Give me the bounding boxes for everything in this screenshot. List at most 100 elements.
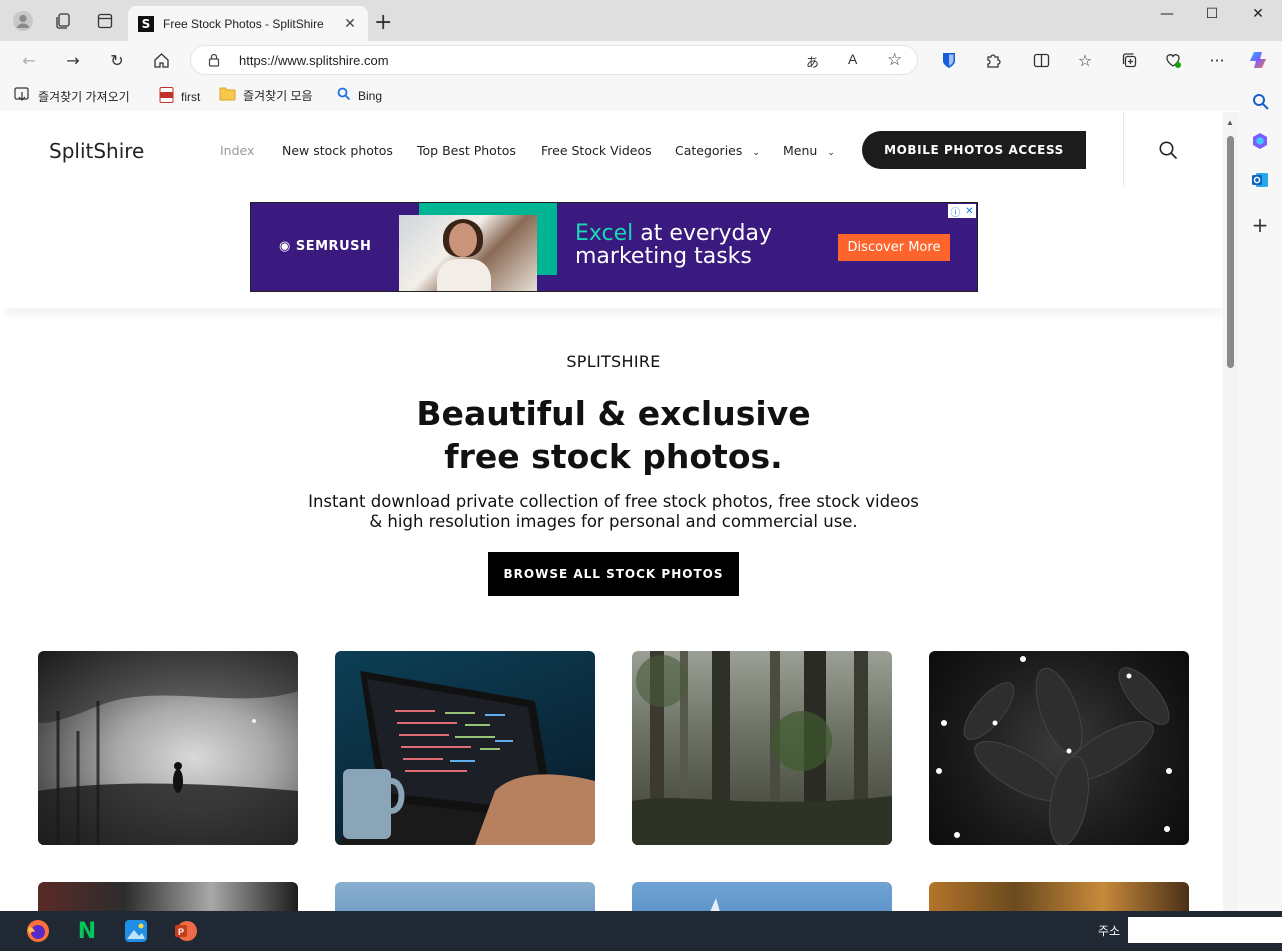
splitshire-favicon-icon: S (138, 15, 154, 32)
ad-info-icon[interactable]: ⓘ (950, 204, 960, 219)
add-sidebar-icon[interactable]: + (1249, 213, 1271, 237)
hero-title-line2: free stock photos. (444, 437, 783, 476)
bitwarden-icon[interactable] (938, 49, 960, 71)
minimize-icon[interactable]: — (1152, 6, 1182, 28)
ad-headline-line2: marketing tasks (575, 244, 752, 269)
ad-photo-person-body (437, 259, 491, 291)
navigation-bar: ← → ↻ https://www.splitshire.com あ A ☆ ☆… (0, 41, 1282, 79)
forward-icon[interactable]: → (62, 49, 84, 71)
favorite-item-bing[interactable]: Bing (337, 87, 382, 104)
favorite-label: 즐겨찾기 가져오기 (38, 89, 130, 104)
split-screen-icon[interactable] (1030, 49, 1052, 71)
scroll-thumb[interactable] (1227, 136, 1234, 368)
search-icon[interactable] (1158, 140, 1178, 160)
ad-close-icon[interactable]: ✕ (965, 206, 973, 217)
photo-card-autumn-forest[interactable] (929, 882, 1189, 911)
address-bar[interactable]: https://www.splitshire.com あ A ☆ (190, 45, 918, 75)
semrush-flame-icon: ◉ (279, 239, 296, 254)
folder-icon (219, 87, 236, 104)
naver-icon[interactable]: N (75, 919, 99, 944)
collections-icon[interactable] (1118, 49, 1140, 71)
nav-index[interactable]: Index (220, 143, 254, 158)
read-aloud-icon[interactable]: A (848, 51, 857, 67)
header-divider (1123, 112, 1124, 186)
nav-menu-label: Menu (783, 143, 818, 158)
nav-new-stock-photos[interactable]: New stock photos (282, 143, 393, 158)
photo-card-foggy-street[interactable] (38, 651, 298, 845)
browser-essentials-icon[interactable] (1162, 49, 1184, 71)
taskbar-address-label: 주소 (1098, 924, 1121, 938)
page-scrollbar[interactable]: ▲ (1223, 112, 1238, 911)
nav-top-best-photos[interactable]: Top Best Photos (417, 143, 516, 158)
photo-card-sky-plane[interactable] (632, 882, 892, 911)
ad-photo-person-face (449, 223, 477, 257)
maximize-icon[interactable]: ☐ (1197, 6, 1227, 28)
firefox-icon[interactable] (26, 919, 50, 943)
nav-menu[interactable]: Menu ⌄ (783, 143, 835, 158)
favorites-bar: 즐겨찾기 가져오기 first 즐겨찾기 모음 Bing (0, 79, 1282, 111)
photo-card-blue-sky[interactable] (335, 882, 595, 911)
nav-categories-label: Categories (675, 143, 743, 158)
import-icon (14, 87, 31, 105)
workspaces-icon[interactable] (51, 9, 75, 33)
tab-actions-icon[interactable] (93, 9, 117, 33)
ad-headline-line1: Excel at everyday (575, 221, 772, 246)
pdf-icon (159, 87, 174, 106)
photo-card-dark-plant[interactable] (929, 651, 1189, 845)
semrush-logo: ◉ SEMRUSH (279, 239, 371, 254)
extensions-icon[interactable] (982, 49, 1004, 71)
windows-taskbar: N P 주소 (0, 911, 1282, 951)
svg-text:P: P (178, 927, 184, 937)
mobile-photos-access-button[interactable]: MOBILE PHOTOS ACCESS (862, 131, 1086, 169)
lock-icon[interactable] (208, 53, 220, 72)
outlook-icon[interactable] (1249, 169, 1271, 191)
home-icon[interactable] (150, 49, 172, 71)
chevron-down-icon: ⌄ (827, 148, 835, 158)
copilot-sidebar-icon[interactable] (1249, 130, 1271, 152)
favorite-label: 즐겨찾기 모음 (243, 89, 313, 103)
nav-categories[interactable]: Categories ⌄ (675, 143, 760, 158)
profile-icon[interactable] (11, 9, 35, 33)
ad-discover-more-button[interactable]: Discover More (838, 234, 950, 261)
new-tab-icon[interactable]: + (374, 12, 392, 34)
ad-brand: SEMRUSH (295, 239, 372, 254)
refresh-icon[interactable]: ↻ (106, 49, 128, 71)
browse-all-stock-photos-button[interactable]: BROWSE ALL STOCK PHOTOS (488, 552, 739, 596)
powerpoint-icon[interactable]: P (173, 919, 197, 943)
photo-card-misty-forest[interactable] (632, 651, 892, 845)
favorite-label: Bing (358, 88, 383, 103)
back-icon[interactable]: ← (18, 49, 40, 71)
edge-sidebar: + (1238, 79, 1282, 911)
photo-card-vintage-car[interactable] (38, 882, 298, 911)
active-tab[interactable]: S Free Stock Photos - SplitShire ✕ (128, 6, 368, 41)
more-options-icon[interactable]: ··· (1206, 49, 1228, 71)
url-text[interactable]: https://www.splitshire.com (239, 53, 389, 68)
chevron-down-icon: ⌄ (752, 148, 760, 158)
hero-subtitle: Instant download private collection of f… (4, 492, 1223, 532)
bing-icon (337, 87, 351, 104)
photo-card-laptop-code[interactable] (335, 651, 595, 845)
site-logo[interactable]: SplitShire (49, 139, 144, 163)
hero-subtitle-line2: & high resolution images for personal an… (369, 512, 858, 531)
favorite-item-first[interactable]: first (159, 87, 200, 106)
favorite-item-import[interactable]: 즐겨찾기 가져오기 (14, 87, 130, 105)
ad-headline-rest: at everyday (640, 221, 773, 246)
ad-choices[interactable]: ⓘ ✕ (948, 204, 976, 219)
search-sidebar-icon[interactable] (1249, 90, 1271, 112)
scroll-up-arrow-icon[interactable]: ▲ (1226, 118, 1234, 127)
photos-app-icon[interactable] (124, 919, 148, 943)
close-tab-icon[interactable]: ✕ (342, 15, 358, 32)
nav-free-stock-videos[interactable]: Free Stock Videos (541, 143, 652, 158)
favorite-label: first (181, 89, 201, 104)
favorite-item-collection[interactable]: 즐겨찾기 모음 (219, 87, 313, 104)
favorites-icon[interactable]: ☆ (1074, 49, 1096, 71)
close-window-icon[interactable]: ✕ (1243, 6, 1273, 28)
favorite-star-icon[interactable]: ☆ (887, 50, 902, 70)
semrush-ad-banner[interactable]: ◉ SEMRUSH Excel at everyday marketing ta… (250, 202, 978, 292)
translate-icon[interactable]: あ (806, 52, 819, 71)
copilot-icon[interactable] (1248, 49, 1270, 71)
taskbar-address-input[interactable] (1128, 917, 1282, 943)
tab-strip: S Free Stock Photos - SplitShire ✕ + — ☐… (0, 0, 1282, 41)
hero-subtitle-line1: Instant download private collection of f… (308, 492, 919, 511)
tab-title: Free Stock Photos - SplitShire (163, 16, 324, 31)
